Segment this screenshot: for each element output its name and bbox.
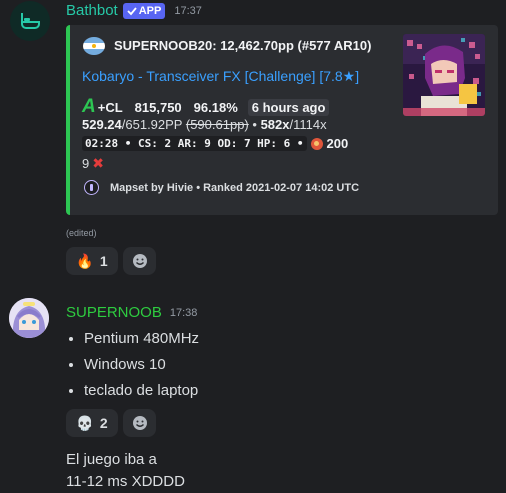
list-item: Pentium 480MHz	[84, 326, 199, 352]
reaction-fire[interactable]: 🔥 1	[66, 247, 118, 275]
miss-x-icon: ✖	[92, 155, 104, 171]
list-item: teclado de laptop	[84, 378, 199, 404]
app-badge: APP	[122, 2, 166, 19]
reaction-count: 2	[99, 415, 108, 431]
beatmap-thumbnail[interactable]	[403, 34, 485, 116]
max-combo: /1114x	[289, 117, 327, 132]
osu-logo-icon	[84, 180, 99, 195]
timestamp-badge: 6 hours ago	[247, 98, 330, 116]
user-avatar[interactable]	[9, 298, 49, 338]
reaction-skull[interactable]: 💀 2	[66, 409, 118, 437]
user-message-header: SUPERNOOB 17:38	[66, 304, 197, 321]
message-line: 11-12 ms XDDDD	[66, 473, 185, 490]
add-reaction-smiley-icon	[132, 254, 147, 268]
skull-emoji-icon: 💀	[76, 414, 94, 431]
message-text: El juego iba a 11-12 ms XDDDD	[66, 449, 185, 493]
anime-avatar-image	[9, 298, 49, 338]
app-badge-label: APP	[138, 4, 162, 17]
embed-author[interactable]: SUPERNOOB20: 12,462.70pp (#577 AR10)	[114, 38, 371, 53]
misses-value: 9	[82, 156, 90, 171]
add-reaction-smiley-icon	[132, 416, 147, 430]
bot-message-time[interactable]: 17:37	[174, 5, 202, 17]
verified-check-icon	[127, 6, 137, 15]
embed-footer: Mapset by Hivie • Ranked 2021-02-07 14:0…	[110, 182, 360, 194]
add-reaction-button[interactable]	[123, 247, 156, 275]
message-line: El juego iba a	[66, 451, 157, 468]
bullet-list: Pentium 480MHz Windows 10 teclado de lap…	[66, 326, 199, 404]
map-stats: 02:28 • CS: 2 AR: 9 OD: 7 HP: 6 •	[82, 136, 307, 151]
grade-a-icon: A	[82, 96, 96, 117]
pp-max: /651.92PP	[121, 117, 183, 132]
bathtub-icon	[21, 13, 40, 29]
bpm-value: 200	[326, 136, 349, 151]
bpm-icon	[310, 137, 323, 150]
bot-avatar[interactable]	[10, 1, 50, 41]
bot-author-name[interactable]: Bathbot	[66, 2, 118, 19]
score-line: A +CL 815,750 96.18% 6 hours ago	[82, 96, 330, 118]
argentina-flag-icon	[83, 37, 105, 55]
beatmap-cover-image	[403, 34, 485, 116]
user-message-time[interactable]: 17:38	[170, 307, 198, 319]
edited-label: (edited)	[66, 228, 97, 238]
pp-fc: (590.61pp)	[185, 117, 249, 132]
map-stats-line: 02:28 • CS: 2 AR: 9 OD: 7 HP: 6 • 200	[82, 136, 348, 151]
add-reaction-button[interactable]	[123, 409, 156, 437]
pp-value: 529.24	[82, 117, 122, 132]
bot-message-header: Bathbot APP 17:37	[66, 2, 202, 19]
list-item: Windows 10	[84, 352, 199, 378]
misses-line: 9 ✖	[82, 155, 104, 172]
score-value: 815,750	[134, 99, 182, 115]
embed-title-link[interactable]: Kobaryo - Transceiver FX [Challenge] [7.…	[82, 68, 359, 85]
reaction-count: 1	[99, 253, 108, 269]
combo-value: 582x	[260, 117, 290, 132]
user-author-name[interactable]: SUPERNOOB	[66, 304, 162, 321]
pp-line: 529.24/651.92PP (590.61pp) • 582x/1114x	[82, 117, 327, 132]
mods-text: +CL	[97, 99, 123, 115]
fire-emoji-icon: 🔥	[76, 252, 94, 269]
accuracy-value: 96.18%	[193, 99, 238, 115]
